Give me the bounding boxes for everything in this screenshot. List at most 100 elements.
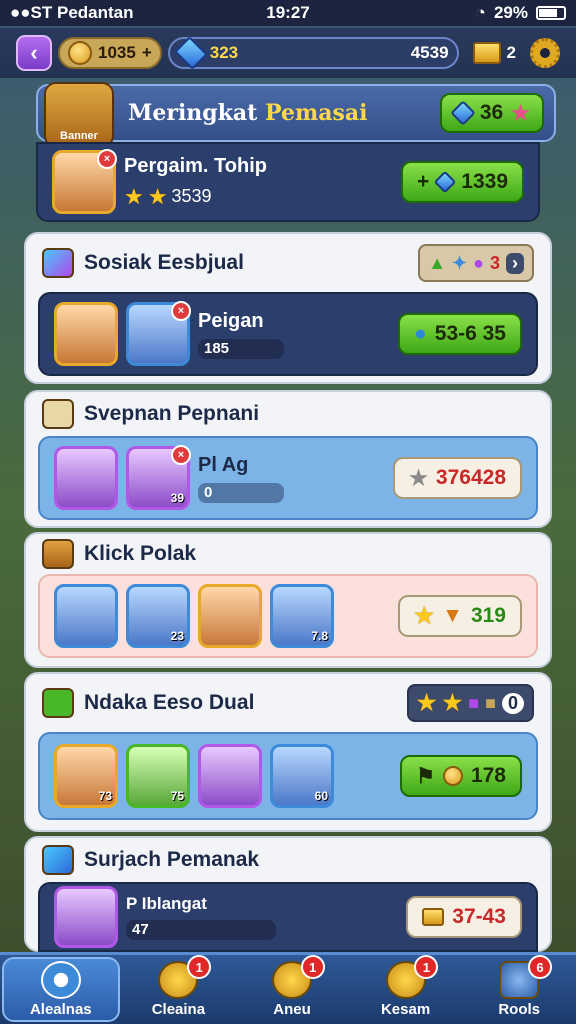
avatar-level: 23 <box>170 629 184 643</box>
hero-avatar[interactable]: × 39 <box>126 445 191 510</box>
status-icons: ◔ 29% <box>381 3 566 23</box>
progress-bar: 185 <box>198 338 284 359</box>
hero-avatar[interactable]: 7.8 <box>270 584 334 648</box>
section-card: Klick Polak 23 7.8 ★ ▼ 319 <box>24 532 552 668</box>
nav-item[interactable]: Alealnas <box>2 957 120 1022</box>
hero-avatar[interactable] <box>198 584 262 648</box>
hero-avatar[interactable] <box>54 446 118 510</box>
wifi-icon: ◔ <box>475 3 486 22</box>
back-button[interactable]: ‹ <box>16 35 52 71</box>
avatar-level: 75 <box>170 789 184 803</box>
notification-badge: 1 <box>187 955 212 979</box>
section-title: Svepnan Pepnani <box>84 402 260 425</box>
gold-bar-icon <box>422 908 445 926</box>
avatar-level: 60 <box>314 789 328 803</box>
nav-label: Alealnas <box>29 1001 92 1018</box>
claim-button[interactable]: ★ ▼ 319 <box>398 595 522 637</box>
claim-value: 37-43 <box>452 905 506 928</box>
book-icon <box>42 688 74 718</box>
carrot-icon: ▼ <box>442 604 463 627</box>
player-score: 3539 <box>171 186 212 206</box>
bottom-nav: Alealnas 1 Cleaina 1 Aneu 1 Kesam 6 Rool… <box>0 952 576 1024</box>
progress-bar: 0 <box>198 482 284 503</box>
crystal-icon <box>450 100 476 126</box>
status-bar: ●●ST Pedantan 19:27 ◔ 29% <box>0 0 576 26</box>
hero-avatar[interactable]: 73 <box>54 744 118 808</box>
star-icon: ★ <box>147 183 168 209</box>
nav-label: Rools <box>498 1001 540 1018</box>
plus-icon: + <box>417 170 430 193</box>
notification-badge: 1 <box>300 955 325 979</box>
gold-bar-icon <box>472 42 501 64</box>
avatar-level: 39 <box>170 491 184 505</box>
section-row: P Iblangat 47 37-43 <box>38 882 538 952</box>
close-badge-icon: × <box>171 301 191 321</box>
chest-icon <box>42 539 74 569</box>
star-icon: ★ <box>442 690 463 715</box>
notification-badge: 1 <box>414 955 439 979</box>
header-info: Pergaim. Tohip ★ ★ 3539 <box>124 155 393 210</box>
claim-value: 319 <box>470 604 506 627</box>
nav-item[interactable]: 1 Cleaina <box>122 955 236 1024</box>
player-name: Pergaim. Tohip <box>124 154 267 177</box>
claim-button[interactable]: ⚑ 178 <box>400 755 522 797</box>
tree-icon: ▲ <box>428 252 447 273</box>
section-title: Ndaka Eeso Dual <box>84 691 255 714</box>
guild-logo: Banner <box>44 82 114 148</box>
title-reward-button[interactable]: 36 ★ <box>439 93 544 133</box>
section-header: Surjach Pemanak <box>26 838 550 882</box>
coins-pill[interactable]: 1035 + <box>58 37 162 69</box>
player-avatar[interactable]: × <box>52 149 117 214</box>
claim-button[interactable]: 37-43 <box>406 896 522 938</box>
row-info: Peigan 185 <box>198 310 390 359</box>
section-card: Surjach Pemanak P Iblangat 47 37-43 <box>24 836 552 952</box>
crystal-icon <box>42 845 74 875</box>
hero-avatar[interactable] <box>54 886 118 948</box>
section-header: Ndaka Eeso Dual ★ ★ ■ ■ 0 <box>26 674 550 732</box>
gold-pill[interactable]: 2 <box>465 37 524 69</box>
gems-total: 4539 <box>410 43 449 62</box>
battery-label: 29% <box>493 3 528 22</box>
section-row: 73 75 60 ⚑ 178 <box>38 732 538 820</box>
gems-pill[interactable]: 323 4539 <box>167 36 459 70</box>
row-name: P Iblangat <box>126 894 207 913</box>
coin-icon <box>68 41 92 65</box>
close-badge-icon: × <box>97 149 117 169</box>
header-claim-button[interactable]: + 1339 <box>401 161 524 203</box>
row-name: Pl Ag <box>198 453 249 476</box>
hero-avatar[interactable]: 23 <box>126 584 190 648</box>
clock: 19:27 <box>266 3 310 22</box>
header-claim-value: 1339 <box>461 170 508 193</box>
avatar-level: 7.8 <box>311 629 328 643</box>
claim-value: 178 <box>470 764 506 787</box>
hero-avatar[interactable] <box>54 584 118 648</box>
chevron-right-icon[interactable]: › <box>506 252 524 274</box>
section-reward-pill[interactable]: ▲ ✦ ● 3 › <box>418 244 534 282</box>
hero-avatar[interactable]: × <box>126 301 191 366</box>
nav-label: Kesam <box>380 1001 431 1018</box>
settings-gear-icon[interactable] <box>530 38 560 68</box>
claim-button[interactable]: ● 53-6 35 <box>398 313 522 355</box>
puzzle-icon <box>42 248 74 278</box>
section-reward-value: 0 <box>501 692 524 714</box>
claim-button[interactable]: ★ 376428 <box>393 457 522 499</box>
nav-item[interactable]: 1 Kesam <box>349 955 463 1024</box>
hero-avatar[interactable]: 60 <box>270 744 334 808</box>
section-row: 23 7.8 ★ ▼ 319 <box>38 574 538 658</box>
notification-badge: 6 <box>527 955 552 979</box>
header-row: × Pergaim. Tohip ★ ★ 3539 + 1339 <box>36 142 540 222</box>
hero-avatar[interactable]: 75 <box>126 744 190 808</box>
close-badge-icon: × <box>171 445 191 465</box>
nav-label: Aneu <box>273 1001 311 1018</box>
section-card: Svepnan Pepnani × 39 Pl Ag 0 ★ 376428 <box>24 390 552 528</box>
nav-item[interactable]: 1 Aneu <box>235 955 349 1024</box>
hero-avatar[interactable] <box>198 744 262 808</box>
nav-item[interactable]: 6 Rools <box>462 955 576 1024</box>
hero-avatar[interactable] <box>54 302 118 366</box>
row-info: Pl Ag 0 <box>198 454 385 503</box>
section-reward-pill[interactable]: ★ ★ ■ ■ 0 <box>406 684 534 722</box>
star-icon: ★ <box>409 466 428 490</box>
section-row: × 39 Pl Ag 0 ★ 376428 <box>38 436 538 520</box>
section-title: Surjach Pemanak <box>84 848 260 871</box>
section-header: Sosiak Eesbjual ▲ ✦ ● 3 › <box>26 234 550 292</box>
